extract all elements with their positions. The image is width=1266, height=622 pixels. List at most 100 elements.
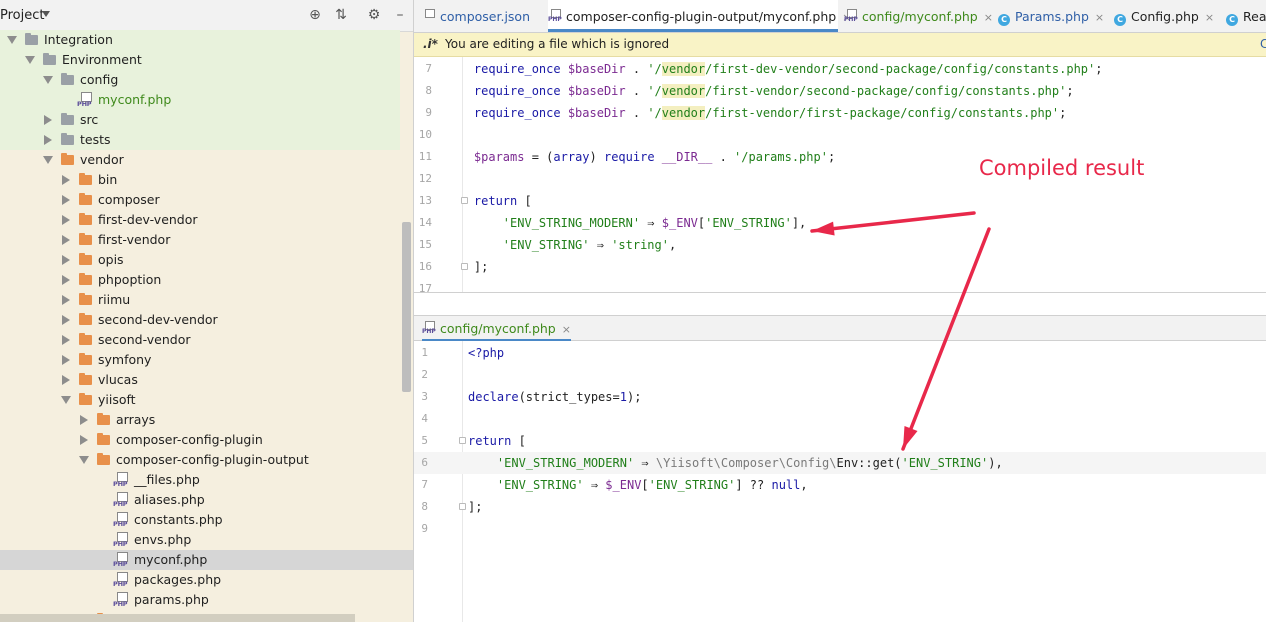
code-line[interactable]: 8 require_once $baseDir . '/vendor/first… (414, 80, 1266, 102)
tree-item[interactable]: opis (0, 250, 400, 270)
split-tab-config-myconf[interactable]: PHP config/myconf.php × (422, 316, 571, 341)
expanded-arrow-icon[interactable] (7, 36, 17, 44)
code-line[interactable]: 1 <?php (414, 342, 1266, 364)
close-icon[interactable]: × (562, 323, 571, 336)
tree-item[interactable]: PHP aliases.php (0, 490, 400, 510)
code-line[interactable]: 12 (414, 168, 1266, 190)
tree-item[interactable]: PHP __files.php (0, 470, 400, 490)
collapsed-arrow-icon[interactable] (62, 195, 70, 205)
editor-tab[interactable]: C Rea (1226, 0, 1266, 32)
collapsed-arrow-icon[interactable] (62, 355, 70, 365)
tree-item[interactable]: arrays (0, 410, 400, 430)
tree-item[interactable]: tests (0, 130, 400, 150)
tree-item[interactable]: PHP packages.php (0, 570, 400, 590)
close-icon[interactable]: × (1095, 11, 1104, 24)
code-line[interactable]: 11 $params = (array) require __DIR__ . '… (414, 146, 1266, 168)
close-icon[interactable]: × (1205, 11, 1214, 24)
expanded-arrow-icon[interactable] (43, 156, 53, 164)
tree-item[interactable]: composer (0, 190, 400, 210)
editor-pane-bottom[interactable]: 1 <?php 2 3 declare(strict_types=1); 4 5 return… (414, 341, 1266, 622)
collapsed-arrow-icon[interactable] (62, 255, 70, 265)
collapsed-arrow-icon[interactable] (44, 135, 52, 145)
tree-item[interactable]: second-dev-vendor (0, 310, 400, 330)
tree-item[interactable]: composer-config-plugin-output (0, 450, 400, 470)
locate-icon[interactable]: ⊕ (307, 7, 323, 23)
tree-item[interactable]: first-vendor (0, 230, 400, 250)
code-line[interactable]: 7 'ENV_STRING' ⇒ $_ENV['ENV_STRING'] ?? … (414, 474, 1266, 496)
collapsed-arrow-icon[interactable] (62, 235, 70, 245)
code-line[interactable]: 6 'ENV_STRING_MODERN' ⇒ \Yiisoft\Compose… (414, 452, 1266, 474)
code-line[interactable]: 17 (414, 278, 1266, 292)
collapsed-arrow-icon[interactable] (62, 315, 70, 325)
tree-item[interactable]: PHP myconf.php (0, 550, 413, 570)
code-text: 'ENV_STRING_MODERN' ⇒ $_ENV['ENV_STRING'… (502, 216, 807, 230)
tree-item[interactable]: config (0, 70, 400, 90)
collapse-all-icon[interactable]: ⇅ (333, 7, 349, 23)
tree-item[interactable]: PHP constants.php (0, 510, 400, 530)
code-line[interactable]: 15 'ENV_STRING' ⇒ 'string', (414, 234, 1266, 256)
minimize-icon[interactable]: – (392, 7, 408, 23)
line-number: 14 (418, 216, 432, 229)
code-line[interactable]: 9 (414, 518, 1266, 540)
tree-item[interactable]: vlucas (0, 370, 400, 390)
tree-item[interactable]: composer-config-plugin (0, 430, 400, 450)
code-line[interactable]: 7 require_once $baseDir . '/vendor/first… (414, 58, 1266, 80)
tree-item[interactable]: second-vendor (0, 330, 400, 350)
code-line[interactable]: 16 ]; (414, 256, 1266, 278)
collapsed-arrow-icon[interactable] (62, 175, 70, 185)
editor-tab[interactable]: C Params.php × (998, 0, 1110, 32)
tree-item[interactable]: src (0, 110, 400, 130)
tree-item[interactable]: first-dev-vendor (0, 210, 400, 230)
line-number: 17 (418, 282, 432, 292)
code-line[interactable]: 9 require_once $baseDir . '/vendor/first… (414, 102, 1266, 124)
folder-icon (79, 393, 92, 405)
collapsed-arrow-icon[interactable] (62, 335, 70, 345)
collapsed-arrow-icon[interactable] (80, 435, 88, 445)
collapsed-arrow-icon[interactable] (62, 295, 70, 305)
code-line[interactable]: 14 'ENV_STRING_MODERN' ⇒ $_ENV['ENV_STRI… (414, 212, 1266, 234)
tree-item[interactable]: phpoption (0, 270, 400, 290)
collapsed-arrow-icon[interactable] (62, 215, 70, 225)
fold-marker-icon[interactable] (459, 437, 466, 444)
chevron-down-icon[interactable] (42, 11, 50, 17)
tree-item[interactable]: PHP myconf.php (0, 90, 400, 110)
tree-item[interactable]: Integration (0, 30, 400, 50)
collapsed-arrow-icon[interactable] (44, 115, 52, 125)
tree-item[interactable]: vendor (0, 150, 400, 170)
code-line[interactable]: 3 declare(strict_types=1); (414, 386, 1266, 408)
tree-item[interactable]: PHP envs.php (0, 530, 400, 550)
horizontal-scrollbar[interactable] (0, 614, 355, 622)
collapsed-arrow-icon[interactable] (62, 375, 70, 385)
gear-icon[interactable]: ⚙ (366, 7, 382, 23)
expanded-arrow-icon[interactable] (79, 456, 89, 464)
code-line[interactable]: 8]; (414, 496, 1266, 518)
collapsed-arrow-icon[interactable] (62, 275, 70, 285)
editor-tab[interactable]: C Config.php × (1114, 0, 1214, 32)
code-line[interactable]: 2 (414, 364, 1266, 386)
tree-item-label: composer-config-plugin-output (116, 452, 309, 467)
split-tabbar: PHP config/myconf.php × (414, 315, 1266, 341)
code-line[interactable]: 10 (414, 124, 1266, 146)
expanded-arrow-icon[interactable] (61, 396, 71, 404)
collapsed-arrow-icon[interactable] (80, 415, 88, 425)
expanded-arrow-icon[interactable] (25, 56, 35, 64)
close-icon[interactable]: × (984, 11, 993, 24)
tree-item[interactable]: yiisoft (0, 390, 400, 410)
tree-item[interactable]: symfony (0, 350, 400, 370)
code-line[interactable]: 4 (414, 408, 1266, 430)
project-view-selector[interactable]: Project (0, 8, 44, 23)
expanded-arrow-icon[interactable] (43, 76, 53, 84)
tree-item[interactable]: Environment (0, 50, 400, 70)
code-line[interactable]: 13 return [ (414, 190, 1266, 212)
editor-pane-top[interactable]: 7 require_once $baseDir . '/vendor/first… (414, 57, 1266, 292)
editor-tab[interactable]: composer.json (422, 0, 544, 32)
tree-item[interactable]: bin (0, 170, 400, 190)
tree-scrollbar[interactable] (402, 222, 411, 392)
fold-marker-icon[interactable] (459, 503, 466, 510)
editor-tab[interactable]: PHP config/myconf.php × (844, 0, 993, 32)
tree-item[interactable]: riimu (0, 290, 400, 310)
code-line[interactable]: 5 return [ (414, 430, 1266, 452)
banner-action-link[interactable]: C (1260, 33, 1266, 56)
tree-item[interactable]: PHP params.php (0, 590, 400, 610)
editor-tab[interactable]: PHP composer-config-plugin-output/myconf.… (548, 0, 851, 32)
